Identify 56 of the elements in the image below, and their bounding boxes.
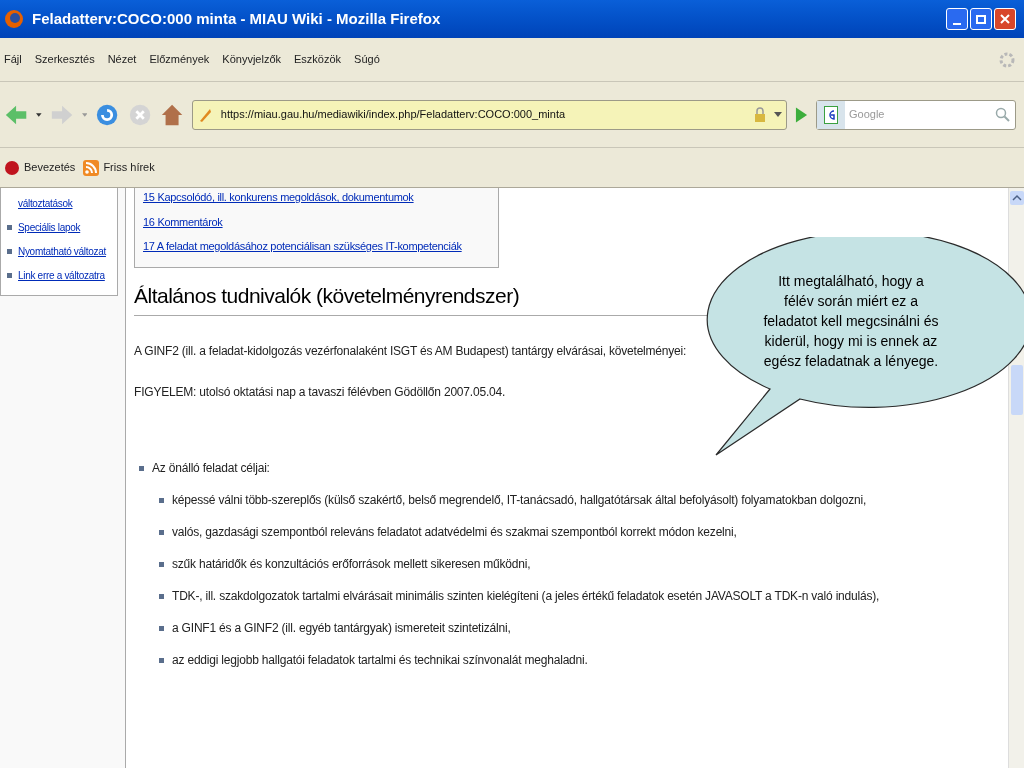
go-arrow-icon[interactable]: [794, 105, 808, 124]
list-item-text: Az önálló feladat céljai:: [152, 460, 270, 477]
toc-link[interactable]: 15 Kapcsolódó, ill. konkurens megoldások, dokumentumok: [143, 189, 490, 206]
sidebar-link[interactable]: Link erre a változatra: [18, 268, 105, 283]
bullet-icon: [159, 561, 164, 567]
search-field[interactable]: Google: [815, 99, 1016, 130]
close-icon: [1000, 14, 1010, 24]
menu-item[interactable]: Súgó: [354, 51, 380, 68]
list-item-text: képessé válni több-szereplős (külső szakértő, belső megrendelő, IT-tanácsadó, hallgatótársak által befolyásolt) folyamatokban dolgozni,: [172, 492, 867, 509]
search-engine-icon[interactable]: [816, 100, 845, 129]
close-button[interactable]: [994, 8, 1016, 30]
paragraph: FIGYELEM: utolsó oktatási nap a tavaszi félévben Gödöllőn 2007.05.04.: [134, 384, 506, 401]
scroll-up-icon[interactable]: [1009, 191, 1024, 205]
callout-text: Itt megtalálható, hogy a félév során miért ez a feladatot kell megcsinálni és kiderül, hogy mi is ennek az egész feladatnak a lényege.: [762, 272, 940, 371]
maximize-button[interactable]: [970, 8, 992, 30]
bookmark[interactable]: Bevezetés: [4, 159, 76, 176]
bullet-icon: [7, 249, 12, 254]
bullet-icon: [159, 625, 164, 631]
browser-logo-icon: [4, 9, 24, 29]
dropdown-arrow-icon[interactable]: [36, 112, 42, 117]
menu-item[interactable]: Szerkesztés: [34, 51, 95, 68]
list-item-text: szűk határidők és konzultációs erőforrások mellett sikeresen működni,: [172, 556, 531, 573]
address-bar[interactable]: https://miau.gau.hu/mediawiki/index.php/Feladatterv:COCO:000_minta: [191, 99, 787, 130]
menu-item[interactable]: Eszközök: [294, 51, 342, 68]
search-icon[interactable]: [994, 106, 1011, 123]
padlock-icon: [753, 106, 766, 123]
list-item-text: TDK-, ill. szakdolgozatok tartalmi elvárásait minimális szinten kielégíteni (a jeles értékű feladatok esetén JAVASOLT a TDK-n való indulás),: [172, 588, 880, 605]
search-input[interactable]: Google: [848, 106, 991, 123]
sidebar-link[interactable]: Speciális lapok: [18, 220, 81, 235]
menu-item[interactable]: Könyvjelzők: [222, 51, 282, 68]
url-text: https://miau.gau.hu/mediawiki/index.php/Feladatterv:COCO:000_minta: [220, 107, 567, 123]
sidebar-link[interactable]: Nyomtatható változat: [18, 244, 106, 259]
minimize-button[interactable]: [946, 8, 968, 30]
list-item-text: a GINF1 és a GINF2 (ill. egyéb tantárgyak) ismereteit szintetizálni,: [172, 620, 511, 637]
toc-link[interactable]: 17 A feladat megoldásához potenciálisan szükséges IT-kompetenciák: [143, 238, 490, 255]
toc-link[interactable]: 16 Kommentárok: [143, 213, 490, 230]
dropdown-arrow-icon[interactable]: [773, 112, 782, 117]
bullet-icon: [159, 657, 164, 663]
throbber-icon: [998, 50, 1016, 69]
sidebar-link[interactable]: változtatások: [18, 196, 73, 211]
bullet-icon: [7, 225, 12, 230]
list-item-text: az eddigi legjobb hallgatói feladatok tartalmi és technikai színvonalát meghaladni.: [172, 652, 588, 669]
bullet-icon: [159, 529, 164, 535]
bullet-icon: [139, 465, 144, 471]
menu-item[interactable]: Előzmények: [149, 51, 210, 68]
window-title: Feladatterv:COCO:000 minta - MIAU Wiki - Mozilla Firefox: [32, 8, 442, 29]
bullet-icon: [7, 273, 12, 278]
paragraph: A GINF2 (ill. a feladat-kidolgozás vezérfonalaként ISGT és AM Budapest) tantárgy elvárásai, követelményei:: [134, 343, 687, 360]
bookmark[interactable]: Friss hírek: [83, 159, 155, 176]
feed-icon: [83, 159, 100, 176]
scroll-thumb[interactable]: [1010, 365, 1023, 415]
bullet-icon: [159, 497, 164, 503]
menu-item[interactable]: Fájl: [4, 51, 22, 68]
list-item-text: valós, gazdasági szempontból releváns feladatot adatvédelmi és szakmai szempontból korrekt módon kezelni,: [172, 524, 737, 541]
bullet-icon: [159, 593, 164, 599]
menu-item[interactable]: Nézet: [107, 51, 137, 68]
